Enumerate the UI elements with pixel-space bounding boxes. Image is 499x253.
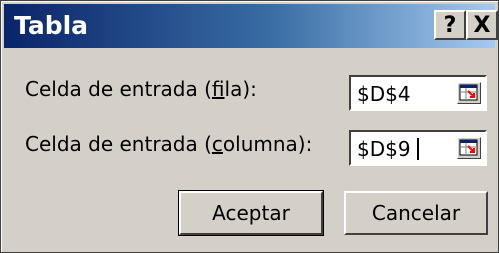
- ok-button[interactable]: Aceptar: [178, 190, 324, 236]
- table-dialog: Tabla ? X Celda de entrada (fila): $D$4 …: [0, 0, 499, 253]
- column-input-field[interactable]: $D$9: [349, 130, 487, 166]
- text-caret: [417, 138, 419, 160]
- row-input-value: $D$4: [357, 82, 411, 106]
- collapse-dialog-icon: [459, 139, 478, 156]
- title-bar[interactable]: Tabla ? X: [4, 4, 498, 48]
- row-collapse-dialog-button[interactable]: [457, 82, 481, 104]
- column-input-label: Celda de entrada (columna):: [25, 132, 313, 156]
- column-collapse-dialog-button[interactable]: [457, 137, 481, 159]
- collapse-dialog-icon: [459, 84, 478, 101]
- dialog-title: Tabla: [14, 11, 89, 40]
- row-input-field[interactable]: $D$4: [349, 75, 487, 111]
- row-input-label: Celda de entrada (fila):: [25, 77, 257, 101]
- close-button[interactable]: X: [466, 10, 498, 40]
- cancel-button[interactable]: Cancelar: [344, 191, 488, 235]
- column-input-value: $D$9: [357, 137, 411, 161]
- help-button[interactable]: ?: [434, 10, 466, 40]
